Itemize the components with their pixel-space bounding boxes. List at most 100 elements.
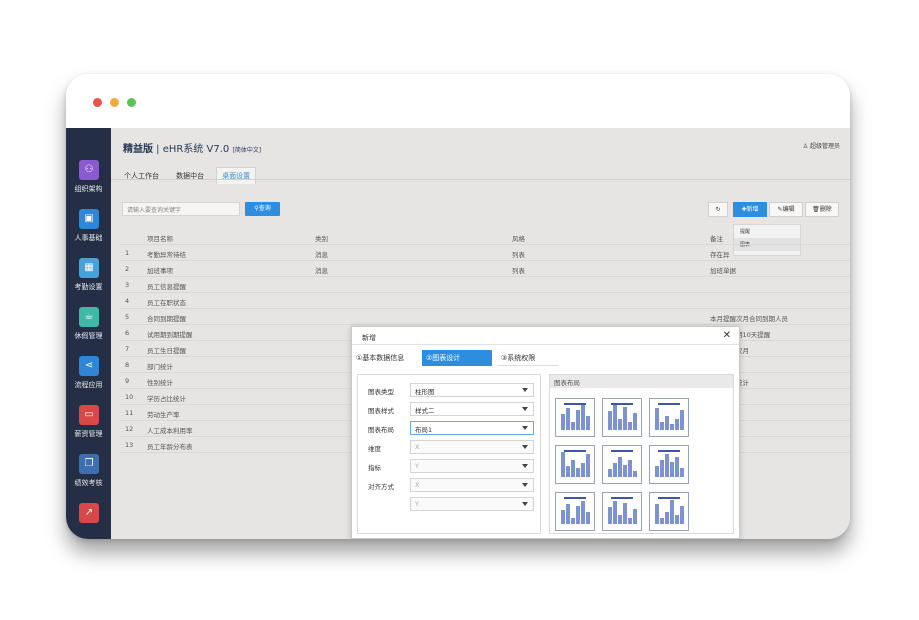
admin-user[interactable]: ♙ 超级管理员	[803, 141, 840, 150]
chevron-down-icon	[522, 426, 528, 430]
field-select-2[interactable]: 布局1	[410, 421, 534, 435]
step-chart-design[interactable]: ②图表设计	[422, 350, 492, 366]
sidebar-item-6[interactable]: ❐ 绩效考核	[66, 454, 111, 504]
layout-thumbnail-1[interactable]	[602, 398, 642, 437]
row-category: 消息	[315, 267, 328, 275]
row-name: 部门统计	[147, 363, 173, 371]
sidebar: ⚇ 组织架构 ▣ 人事基础 ▦ 考勤设置 ☕ 休假管理 ⋖ 流程应用 ▭ 薪资管理 ❐ 绩效考核 ↗	[66, 128, 111, 539]
chevron-down-icon	[522, 502, 528, 506]
search-input[interactable]: 请输入要查询关键字	[122, 202, 240, 216]
field-select-1[interactable]: 样式二	[410, 402, 534, 416]
sidebar-item-0[interactable]: ⚇ 组织架构	[66, 160, 111, 210]
field-select-3[interactable]: X	[410, 440, 534, 454]
sidebar-item-3[interactable]: ☕ 休假管理	[66, 307, 111, 357]
maximize-window-dot[interactable]	[127, 98, 136, 107]
chevron-down-icon	[522, 388, 528, 392]
field-label: 维度	[368, 445, 381, 453]
sidebar-item-label: 人事基础	[74, 234, 103, 242]
language-label[interactable]: [简体中文]	[232, 147, 261, 154]
row-number: 9	[125, 377, 130, 385]
main-area: 精益版 | eHR系统 V7.0 [简体中文] ♙ 超级管理员 个人工作台 数据…	[111, 128, 850, 539]
field-select-6[interactable]: Y	[410, 497, 534, 511]
layout-title: 图表布局	[550, 375, 733, 388]
close-window-dot[interactable]	[93, 98, 102, 107]
row-category: 消息	[315, 251, 328, 259]
wallet-icon: ▭	[79, 405, 99, 425]
user-icon: ♙	[802, 143, 809, 150]
org-chart-icon: ⚇	[79, 160, 99, 180]
row-style: 列表	[512, 267, 525, 275]
row-style: 列表	[512, 251, 525, 259]
table-row[interactable]: 1 考勤异常待结 消息 列表 存在异	[119, 245, 850, 261]
col-note-header: 备注	[710, 235, 723, 243]
field-select-4[interactable]: Y	[410, 459, 534, 473]
tab-data-center[interactable]: 数据中台	[171, 168, 209, 184]
field-label: 对齐方式	[368, 483, 394, 491]
row-number: 2	[125, 265, 130, 273]
field-label: 指标	[368, 464, 381, 472]
row-number: 1	[125, 249, 130, 257]
sidebar-item-7[interactable]: ↗	[66, 503, 111, 539]
edit-button[interactable]: ✎编辑	[769, 202, 803, 217]
layout-thumbnail-8[interactable]	[649, 492, 689, 531]
version-label: V7.0	[206, 144, 230, 155]
row-note: 加班单据	[710, 267, 736, 275]
row-name: 试用期到期提醒	[147, 331, 193, 339]
layout-thumbnail-4[interactable]	[602, 445, 642, 484]
layout-thumbnail-5[interactable]	[649, 445, 689, 484]
ehr-app: ⚇ 组织架构 ▣ 人事基础 ▦ 考勤设置 ☕ 休假管理 ⋖ 流程应用 ▭ 薪资管理 ❐ 绩效考核 ↗ 精益版…	[66, 128, 850, 539]
add-dialog: 新增 ✕ ①基本数据信息 ②图表设计 ③系统权限 图表类型 柱形图 图表样式 样式二图…	[351, 326, 740, 539]
step-permissions[interactable]: ③系统权限	[497, 350, 559, 366]
sidebar-item-label: 绩效考核	[74, 479, 103, 487]
delete-button[interactable]: 🗑删除	[805, 202, 839, 217]
step-basic-info[interactable]: ①基本数据信息	[352, 350, 424, 366]
window-titlebar	[66, 74, 850, 128]
col-style-header: 风格	[512, 235, 525, 243]
tab-desktop-settings[interactable]: 桌面设置	[216, 167, 257, 184]
sidebar-item-1[interactable]: ▣ 人事基础	[66, 209, 111, 259]
layout-thumbnail-0[interactable]	[555, 398, 595, 437]
table-row[interactable]: 3 员工信息提醒	[119, 277, 850, 293]
row-name: 加班事项	[147, 267, 173, 275]
field-label: 图表类型	[368, 388, 394, 396]
minimize-window-dot[interactable]	[110, 98, 119, 107]
table-row[interactable]: 2 加班事项 消息 列表 加班单据	[119, 261, 850, 277]
tab-workbench[interactable]: 个人工作台	[119, 168, 164, 184]
col-name-header: 项目名称	[147, 235, 173, 243]
cup-icon: ☕	[79, 307, 99, 327]
browser-window: ⚇ 组织架构 ▣ 人事基础 ▦ 考勤设置 ☕ 休假管理 ⋖ 流程应用 ▭ 薪资管理 ❐ 绩效考核 ↗ 精益版…	[66, 74, 850, 539]
table-row[interactable]: 4 员工在职状态	[119, 293, 850, 309]
field-label: 图表布局	[368, 426, 394, 434]
row-name: 学历占比统计	[147, 395, 186, 403]
layout-thumbnail-7[interactable]	[602, 492, 642, 531]
layout-thumbnail-3[interactable]	[555, 445, 595, 484]
close-icon[interactable]: ✕	[723, 330, 731, 341]
sidebar-item-4[interactable]: ⋖ 流程应用	[66, 356, 111, 406]
field-select-5[interactable]: X	[410, 478, 534, 492]
chart-form: 图表类型 柱形图 图表样式 样式二 图表布局 布局1 维度 X 指标 Y 对齐方式 X Y	[357, 374, 541, 534]
layout-panel: 图表布局	[549, 374, 734, 534]
add-button[interactable]: ✚新增	[733, 202, 767, 217]
sidebar-item-2[interactable]: ▦ 考勤设置	[66, 258, 111, 308]
table-row[interactable]: 5 合同到期提醒 本月提醒次月合同到期人员	[119, 309, 850, 325]
row-number: 10	[125, 393, 134, 401]
dialog-title: 新增	[362, 334, 376, 342]
tab-divider	[111, 179, 850, 180]
query-button[interactable]: ⚲查询	[245, 202, 280, 216]
row-number: 5	[125, 313, 130, 321]
refresh-button[interactable]: ↻	[708, 202, 728, 217]
ribbon-icon: ❐	[79, 454, 99, 474]
row-number: 12	[125, 425, 134, 433]
layout-thumbnail-6[interactable]	[555, 492, 595, 531]
sidebar-item-5[interactable]: ▭ 薪资管理	[66, 405, 111, 455]
field-label: 图表样式	[368, 407, 394, 415]
sidebar-item-label: 休假管理	[74, 332, 103, 340]
chevron-down-icon	[522, 445, 528, 449]
chevron-down-icon	[522, 483, 528, 487]
sidebar-item-label: 薪资管理	[74, 430, 103, 438]
row-name: 员工生日提醒	[147, 347, 186, 355]
row-name: 劳动生产率	[147, 411, 180, 419]
field-select-0[interactable]: 柱形图	[410, 383, 534, 397]
col-category-header: 类别	[315, 235, 328, 243]
layout-thumbnail-2[interactable]	[649, 398, 689, 437]
